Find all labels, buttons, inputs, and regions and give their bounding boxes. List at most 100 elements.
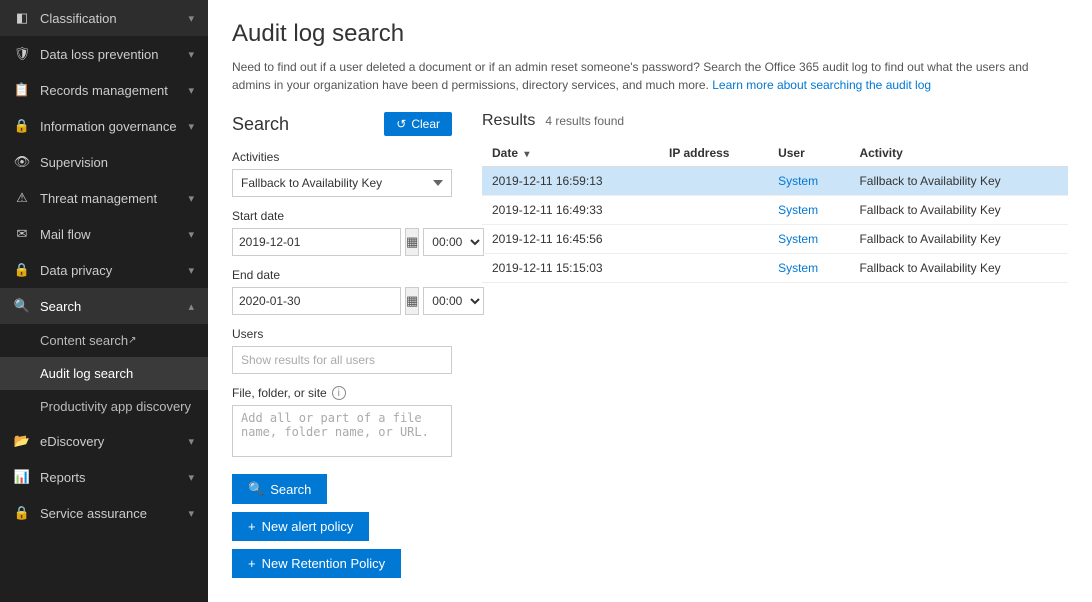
sidebar-sub-item-productivity-app-discovery[interactable]: Productivity app discovery <box>0 390 208 423</box>
cell-ip-2 <box>659 225 768 254</box>
sidebar-item-left: 📋 Records management <box>14 82 168 98</box>
sidebar-sub-label-content-search: Content search <box>40 333 128 348</box>
data-privacy-icon: 🔒 <box>14 262 30 278</box>
end-date-row: ▦ 00:00 <box>232 287 452 315</box>
calendar-icon-2: ▦ <box>406 293 418 309</box>
activities-group: Activities Fallback to Availability Key <box>232 150 452 197</box>
file-folder-textarea[interactable] <box>232 405 452 457</box>
results-header: Results 4 results found <box>482 112 1068 130</box>
sidebar-item-label-data-loss-prevention: Data loss prevention <box>40 47 159 62</box>
sidebar-item-label-service-assurance: Service assurance <box>40 506 147 521</box>
new-alert-policy-button[interactable]: + New alert policy <box>232 512 369 541</box>
col-user-label: User <box>778 146 805 160</box>
activities-label: Activities <box>232 150 452 164</box>
users-input[interactable] <box>232 346 452 374</box>
reports-icon: 📊 <box>14 469 30 485</box>
plus-icon-alert: + <box>248 519 256 534</box>
end-date-calendar-button[interactable]: ▦ <box>405 287 419 315</box>
sidebar-item-label-mail-flow: Mail flow <box>40 227 91 242</box>
chevron-information-governance: ▾ <box>188 120 194 133</box>
sidebar-item-threat-management[interactable]: ⚠ Threat management ▾ <box>0 180 208 216</box>
table-row[interactable]: 2019-12-11 15:15:03 System Fallback to A… <box>482 254 1068 283</box>
content-area: Search ↺ Clear Activities Fallback to Av… <box>232 112 1068 586</box>
file-folder-label: File, folder, or site <box>232 386 327 400</box>
cell-user-1: System <box>768 196 849 225</box>
cell-activity-2: Fallback to Availability Key <box>849 225 1068 254</box>
chevron-reports: ▾ <box>188 471 194 484</box>
info-icon[interactable]: i <box>332 386 346 400</box>
chevron-classification: ▾ <box>188 12 194 25</box>
results-table: Date ▾ IP address User Activity <box>482 140 1068 283</box>
users-group: Users <box>232 327 452 374</box>
user-link-0[interactable]: System <box>778 174 818 188</box>
external-icon: ↗ <box>128 335 136 346</box>
sidebar-sub-item-audit-log-search[interactable]: Audit log search <box>0 357 208 390</box>
results-table-body: 2019-12-11 16:59:13 System Fallback to A… <box>482 167 1068 283</box>
sidebar-item-left: 📂 eDiscovery <box>14 433 104 449</box>
sidebar-item-reports[interactable]: 📊 Reports ▾ <box>0 459 208 495</box>
chevron-records-management: ▾ <box>188 84 194 97</box>
user-link-2[interactable]: System <box>778 232 818 246</box>
start-date-calendar-button[interactable]: ▦ <box>405 228 419 256</box>
cell-date-0: 2019-12-11 16:59:13 <box>482 167 659 196</box>
start-date-row: ▦ 00:00 <box>232 228 452 256</box>
sidebar-item-classification[interactable]: ◧ Classification ▾ <box>0 0 208 36</box>
sidebar-item-left: ◧ Classification <box>14 10 117 26</box>
sidebar-item-ediscovery[interactable]: 📂 eDiscovery ▾ <box>0 423 208 459</box>
col-header-ip: IP address <box>659 140 768 167</box>
sidebar-item-data-loss-prevention[interactable]: 🛡 Data loss prevention ▾ <box>0 36 208 72</box>
end-time-select[interactable]: 00:00 <box>423 287 484 315</box>
table-row[interactable]: 2019-12-11 16:45:56 System Fallback to A… <box>482 225 1068 254</box>
results-panel: Results 4 results found Date ▾ IP addres… <box>482 112 1068 586</box>
search-panel-title: Search <box>232 114 289 135</box>
end-date-label: End date <box>232 268 452 282</box>
cell-ip-3 <box>659 254 768 283</box>
records-management-icon: 📋 <box>14 82 30 98</box>
page-description: Need to find out if a user deleted a doc… <box>232 58 1032 94</box>
file-folder-label-row: File, folder, or site i <box>232 386 452 400</box>
sidebar-item-data-privacy[interactable]: 🔒 Data privacy ▾ <box>0 252 208 288</box>
learn-more-link[interactable]: Learn more about searching the audit log <box>712 78 931 92</box>
end-date-group: End date ▦ 00:00 <box>232 268 452 315</box>
threat-management-icon: ⚠ <box>14 190 30 206</box>
user-link-1[interactable]: System <box>778 203 818 217</box>
sidebar-item-supervision[interactable]: 👁 Supervision <box>0 144 208 180</box>
sidebar-item-label-threat-management: Threat management <box>40 191 157 206</box>
sidebar-item-label-search: Search <box>40 299 81 314</box>
sidebar: ◧ Classification ▾ 🛡 Data loss preventio… <box>0 0 208 602</box>
clear-button[interactable]: ↺ Clear <box>384 112 452 136</box>
col-header-activity: Activity <box>849 140 1068 167</box>
col-header-date: Date ▾ <box>482 140 659 167</box>
activities-select[interactable]: Fallback to Availability Key <box>232 169 452 197</box>
sort-icon-date: ▾ <box>524 149 529 160</box>
end-date-input[interactable] <box>232 287 401 315</box>
table-row[interactable]: 2019-12-11 16:49:33 System Fallback to A… <box>482 196 1068 225</box>
sidebar-item-search[interactable]: 🔍 Search ▴ <box>0 288 208 324</box>
user-link-3[interactable]: System <box>778 261 818 275</box>
search-btn-label: Search <box>270 482 311 497</box>
sidebar-item-service-assurance[interactable]: 🔒 Service assurance ▾ <box>0 495 208 531</box>
results-title: Results <box>482 112 535 130</box>
chevron-search: ▴ <box>188 300 194 313</box>
cell-user-3: System <box>768 254 849 283</box>
sidebar-item-mail-flow[interactable]: ✉ Mail flow ▾ <box>0 216 208 252</box>
plus-icon-retention: + <box>248 556 256 571</box>
sidebar-sub-item-content-search[interactable]: Content search ↗ <box>0 324 208 357</box>
results-table-header-row: Date ▾ IP address User Activity <box>482 140 1068 167</box>
start-date-group: Start date ▦ 00:00 <box>232 209 452 256</box>
new-retention-policy-button[interactable]: + New Retention Policy <box>232 549 401 578</box>
sidebar-item-records-management[interactable]: 📋 Records management ▾ <box>0 72 208 108</box>
chevron-threat-management: ▾ <box>188 192 194 205</box>
table-row[interactable]: 2019-12-11 16:59:13 System Fallback to A… <box>482 167 1068 196</box>
sidebar-item-left: 👁 Supervision <box>14 154 108 170</box>
sidebar-item-label-ediscovery: eDiscovery <box>40 434 104 449</box>
start-date-input[interactable] <box>232 228 401 256</box>
sidebar-item-information-governance[interactable]: 🔒 Information governance ▾ <box>0 108 208 144</box>
search-panel: Search ↺ Clear Activities Fallback to Av… <box>232 112 452 586</box>
chevron-ediscovery: ▾ <box>188 435 194 448</box>
search-button[interactable]: 🔍 Search <box>232 474 327 504</box>
start-time-select[interactable]: 00:00 <box>423 228 484 256</box>
new-retention-policy-label: New Retention Policy <box>262 556 386 571</box>
cell-user-0: System <box>768 167 849 196</box>
information-governance-icon: 🔒 <box>14 118 30 134</box>
